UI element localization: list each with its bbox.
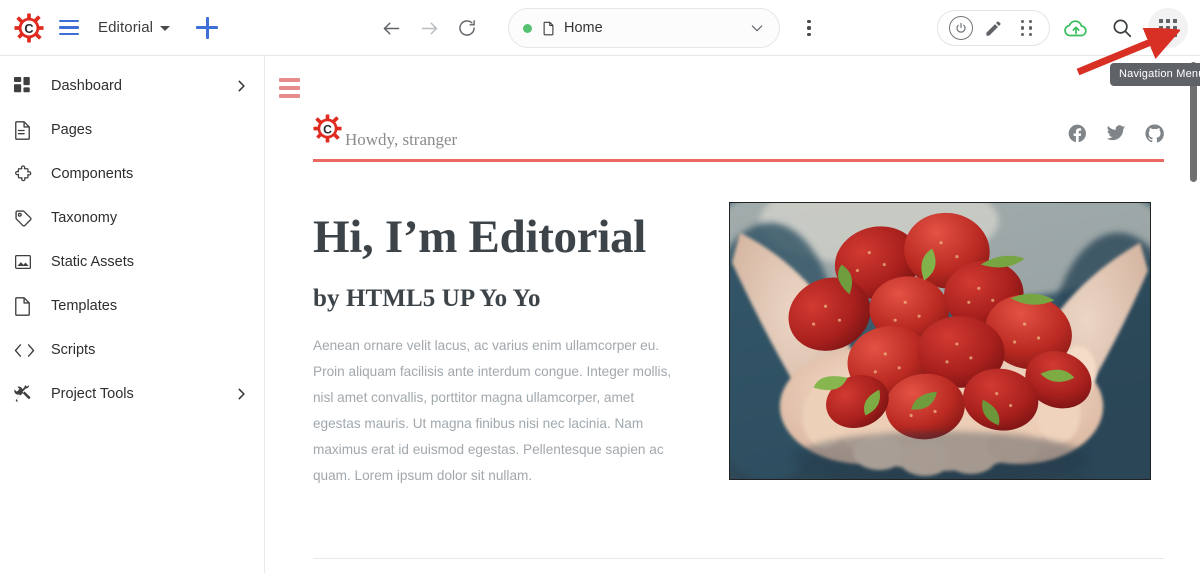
site-preview: C Howdy, stranger Hi, I’m Editorial by H… — [265, 56, 1200, 573]
edit-mode-pill — [937, 10, 1050, 46]
sidebar-item-label: Taxonomy — [51, 210, 118, 226]
grip-dots — [1020, 19, 1033, 37]
content-divider — [313, 558, 1164, 559]
caret-down-icon — [160, 25, 171, 31]
hamburger-menu-icon[interactable] — [52, 13, 86, 43]
svg-text:C: C — [323, 122, 332, 136]
sidebar-item-label: Templates — [51, 298, 118, 314]
sidebar-item-label: Pages — [51, 122, 93, 138]
github-icon[interactable] — [1145, 123, 1164, 143]
more-vertical-icon[interactable] — [792, 9, 826, 47]
social-links — [1068, 123, 1164, 143]
kebab-dot — [807, 32, 811, 36]
toolbar-left-group: C Editorial — [0, 12, 222, 43]
chevron-right-icon[interactable] — [234, 387, 248, 401]
sidebar-item-components[interactable]: Components — [0, 152, 264, 196]
hamburger-bar — [59, 32, 79, 36]
hamburger-bar — [59, 26, 79, 29]
sidebar-item-templates[interactable]: Templates — [0, 284, 264, 328]
strawberries-illustration — [730, 203, 1150, 479]
puzzle-piece-icon — [14, 163, 40, 185]
hero-paragraph: Aenean ornare velit lacus, ac varius eni… — [313, 337, 672, 484]
menu-bar — [279, 94, 300, 98]
grip-dots-icon[interactable] — [1010, 12, 1043, 45]
hands-holding-strawberries-photo — [729, 202, 1151, 480]
sidebar-item-dashboard[interactable]: Dashboard — [0, 64, 264, 108]
sidebar-item-label: Scripts — [51, 342, 96, 358]
hero-section: Hi, I’m Editorial by HTML5 UP Yo Yo Aene… — [313, 202, 1164, 489]
chevron-right-icon[interactable] — [234, 79, 248, 93]
sidebar-item-label: Components — [51, 166, 134, 182]
search-icon[interactable] — [1102, 8, 1142, 48]
toolbar-right-group — [937, 0, 1188, 56]
apps-grid-icon[interactable] — [1148, 8, 1188, 48]
toolbar-center-group: Home — [372, 0, 826, 56]
reload-icon[interactable] — [448, 9, 486, 47]
address-bar[interactable]: Home — [508, 8, 780, 48]
arrow-left-icon[interactable] — [372, 9, 410, 47]
power-circle — [948, 16, 973, 40]
svg-text:C: C — [24, 22, 33, 36]
sidebar-item-label: Static Assets — [51, 254, 135, 270]
kebab-dot — [807, 26, 811, 30]
kebab-dot — [807, 20, 811, 24]
tag-icon — [14, 207, 40, 229]
page-file-icon — [541, 20, 556, 37]
site-name-label: Editorial — [98, 19, 154, 36]
sidebar-item-project-tools[interactable]: Project Tools — [0, 372, 264, 416]
cloud-upload-icon[interactable] — [1056, 8, 1096, 48]
status-dot — [523, 23, 532, 33]
code-brackets-icon — [14, 339, 40, 361]
sidebar: Dashboard Pages Components Taxonomy Stat… — [0, 56, 265, 573]
menu-bar — [279, 86, 300, 90]
sidebar-item-static-assets[interactable]: Static Assets — [0, 240, 264, 284]
vertical-scrollbar[interactable] — [1187, 56, 1200, 573]
site-name-dropdown[interactable]: Editorial — [98, 19, 171, 36]
twitter-icon[interactable] — [1106, 123, 1126, 143]
browser-toolbar: C Editorial Home — [0, 0, 1200, 56]
page-lines-icon — [14, 119, 40, 141]
facebook-icon[interactable] — [1068, 124, 1087, 143]
file-blank-icon — [14, 295, 40, 317]
gear-c-logo-icon: C — [313, 114, 342, 143]
plus-icon[interactable] — [192, 13, 222, 43]
sidebar-item-taxonomy[interactable]: Taxonomy — [0, 196, 264, 240]
address-bar-label: Home — [564, 20, 603, 36]
hero-text-column: Hi, I’m Editorial by HTML5 UP Yo Yo Aene… — [313, 202, 683, 489]
tooltip: Navigation Menu — [1110, 63, 1200, 86]
pencil-edit-icon[interactable] — [977, 12, 1010, 45]
hamburger-bar — [59, 19, 79, 23]
image-icon — [14, 251, 40, 273]
page-title: Hi, I’m Editorial — [313, 211, 647, 263]
site-header: C Howdy, stranger — [313, 114, 1164, 162]
dashboard-grid-icon — [14, 75, 40, 97]
sidebar-item-label: Project Tools — [51, 386, 134, 402]
greeting-text: Howdy, stranger — [345, 130, 458, 149]
power-icon[interactable] — [944, 12, 977, 45]
sidebar-item-scripts[interactable]: Scripts — [0, 328, 264, 372]
sidebar-item-pages[interactable]: Pages — [0, 108, 264, 152]
apps-grid-dots — [1159, 19, 1177, 37]
arrow-right-icon[interactable] — [410, 9, 448, 47]
menu-bar — [279, 78, 300, 82]
gear-c-logo-icon: C — [14, 12, 44, 43]
tools-wrench-icon — [14, 383, 40, 405]
hamburger-menu-red-icon[interactable] — [279, 78, 300, 98]
sidebar-item-label: Dashboard — [51, 78, 122, 94]
page-subtitle: by HTML5 UP Yo Yo — [313, 284, 541, 312]
chevron-down-icon[interactable] — [749, 20, 765, 36]
